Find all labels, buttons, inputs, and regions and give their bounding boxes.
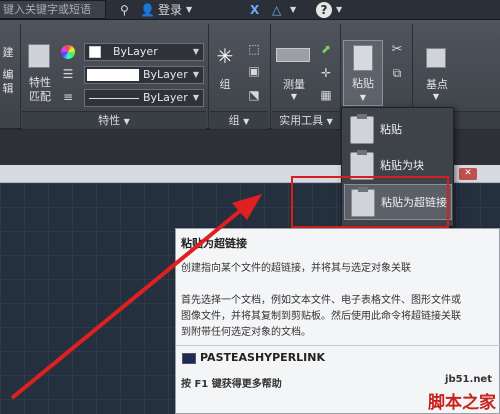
id-point-icon[interactable]: ✛	[318, 66, 334, 80]
binoculars-icon[interactable]: ⚲	[120, 2, 129, 18]
lineweight-dropdown[interactable]: ByLayer ▼	[84, 89, 204, 107]
watermark: jb51.net 脚本之家	[422, 372, 500, 414]
paste-icon	[350, 114, 374, 144]
quick-select-icon[interactable]: ⬈	[318, 42, 334, 56]
chevron-down-icon: ▼	[243, 117, 250, 126]
match-label-line1: 特性	[29, 76, 51, 89]
login-button[interactable]: 登录	[158, 2, 182, 18]
help-button[interactable]: ?	[316, 2, 332, 18]
lineweight-value: ByLayer	[143, 91, 188, 104]
chevron-down-icon: ▼	[359, 93, 367, 102]
chevron-down-icon: ▼	[192, 93, 199, 102]
highlight-box	[291, 176, 449, 228]
lineweight-icon: ≡	[62, 90, 74, 104]
watermark-url: jb51.net	[445, 374, 492, 385]
login-dropdown-icon[interactable]: ▼	[186, 2, 192, 18]
match-properties-button[interactable]: 特性 匹配	[22, 76, 58, 104]
group-edit-icon[interactable]: ▣	[246, 64, 262, 78]
utilities-title-text: 实用工具	[279, 114, 324, 127]
help-dropdown-icon[interactable]: ▼	[336, 2, 342, 18]
panel-separator	[208, 24, 209, 127]
search-input[interactable]: 键入关键字或短语	[0, 0, 106, 19]
clipboard-icon	[353, 45, 373, 71]
tooltip-detail-line: 首先选择一个文档，例如文本文件、电子表格文件、图形文件或	[181, 295, 461, 306]
chevron-down-icon: ▼	[432, 92, 440, 101]
a360-icon[interactable]: △	[272, 2, 281, 18]
linetype-icon: ☰	[62, 67, 74, 81]
color-dropdown[interactable]: ByLayer ▼	[84, 43, 204, 61]
calculator-icon[interactable]: ▦	[318, 88, 334, 102]
tooltip-detail-line: 到附带任何选定对象的文档。	[181, 327, 311, 338]
group-button[interactable]: 组	[214, 78, 236, 92]
linetype-value: ByLayer	[143, 68, 188, 81]
watermark-text: 脚本之家	[428, 393, 496, 413]
create-label[interactable]: 建	[0, 46, 16, 60]
chevron-down-icon: ▼	[192, 70, 199, 79]
measure-icon[interactable]	[276, 48, 310, 62]
a360-dropdown-icon[interactable]: ▼	[290, 2, 296, 18]
match-label-line2: 匹配	[29, 90, 51, 103]
title-bar: 键入关键字或短语 ⚲ 👤 登录 ▼ X △ ▼ ? ▼	[0, 0, 500, 20]
ungroup-icon[interactable]: ⬚	[246, 42, 262, 56]
tooltip-description: 创建指向某个文件的超链接，并将其与选定对象关联	[181, 263, 411, 274]
exchange-icon[interactable]: X	[250, 2, 259, 18]
tooltip-divider	[176, 345, 500, 346]
panel-separator	[270, 24, 271, 127]
scissors-icon[interactable]: ✂	[390, 42, 404, 57]
base-point-icon[interactable]	[426, 48, 446, 68]
paste-split-button[interactable]: 粘贴 ▼	[343, 40, 383, 106]
color-swatch	[89, 46, 101, 58]
tooltip-detail-line: 图像文件，并将其复制到剪贴板。然后使用此命令将超链接关联	[181, 311, 461, 322]
group-icon[interactable]: ✳	[213, 44, 237, 74]
color-wheel-icon	[61, 45, 75, 59]
group-select-icon[interactable]: ⬔	[246, 88, 262, 102]
paste-label: 粘贴	[352, 77, 374, 90]
command-icon	[182, 353, 196, 364]
edit-label[interactable]: 编辑	[0, 68, 16, 96]
properties-panel-title[interactable]: 特性 ▼	[22, 111, 206, 129]
properties-title-text: 特性	[98, 114, 121, 127]
tooltip-command: PASTEASHYPERLINK	[200, 351, 325, 364]
chevron-down-icon: ▼	[290, 92, 298, 101]
chevron-down-icon: ▼	[326, 117, 333, 126]
match-properties-icon[interactable]	[28, 44, 50, 68]
group-title-text: 组	[228, 114, 240, 127]
menu-item-paste[interactable]: 粘贴	[344, 112, 452, 148]
close-icon[interactable]: ✕	[459, 168, 477, 180]
user-icon[interactable]: 👤	[140, 2, 155, 18]
linetype-dropdown[interactable]: ByLayer ▼	[84, 66, 204, 84]
utilities-panel-title[interactable]: 实用工具 ▼	[272, 111, 340, 129]
linetype-preview	[87, 69, 139, 81]
chevron-down-icon: ▼	[123, 117, 130, 126]
color-value: ByLayer	[113, 45, 158, 58]
tooltip-title: 粘贴为超链接	[181, 237, 247, 250]
tooltip-help: 按 F1 键获得更多帮助	[181, 379, 282, 390]
copy-icon[interactable]: ⧉	[390, 66, 404, 81]
chevron-down-icon: ▼	[192, 47, 199, 56]
menu-item-label: 粘贴	[380, 123, 402, 136]
group-panel-title[interactable]: 组 ▼	[210, 111, 268, 129]
lineweight-preview	[89, 98, 139, 99]
panel-separator	[20, 24, 21, 127]
